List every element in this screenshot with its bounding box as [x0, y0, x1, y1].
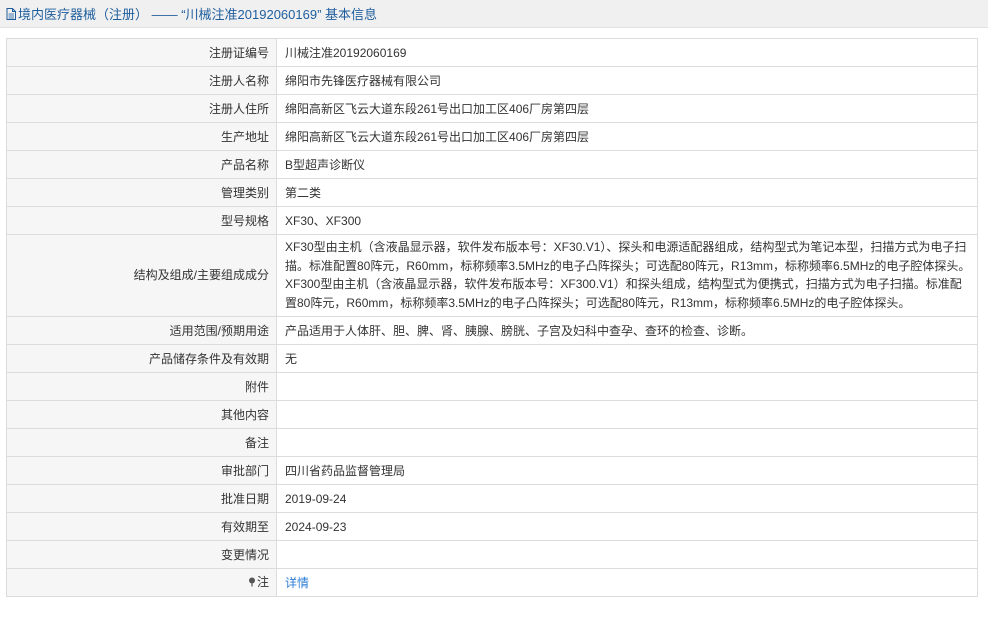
- row-value: 第二类: [276, 178, 978, 207]
- table-row: 注册人住所 绵阳高新区飞云大道东段261号出口加工区406厂房第四层: [6, 94, 978, 123]
- table-row: 变更情况: [6, 540, 978, 569]
- document-icon: [6, 7, 16, 20]
- row-label: 注册人住所: [6, 94, 277, 123]
- table-row: 产品名称 B型超声诊断仪: [6, 150, 978, 179]
- row-label: 备注: [6, 428, 277, 457]
- note-label: 注: [256, 575, 269, 589]
- table-row: 适用范围/预期用途 产品适用于人体肝、胆、脾、肾、胰腺、膀胱、子宫及妇科中查孕、…: [6, 316, 978, 345]
- table-row: 其他内容: [6, 400, 978, 429]
- row-value: XF30、XF300: [276, 206, 978, 235]
- row-label: 其他内容: [6, 400, 277, 429]
- row-label: 生产地址: [6, 122, 277, 151]
- table-row: 注册人名称 绵阳市先锋医疗器械有限公司: [6, 66, 978, 95]
- row-label: 变更情况: [6, 540, 277, 569]
- table-row: 附件: [6, 372, 978, 401]
- row-value: XF30型由主机（含液晶显示器，软件发布版本号：XF30.V1）、探头和电源适配…: [276, 234, 978, 317]
- table-row: 审批部门 四川省药品监督管理局: [6, 456, 978, 485]
- table-row: 批准日期 2019-09-24: [6, 484, 978, 513]
- row-label: 产品名称: [6, 150, 277, 179]
- table-row: 管理类别 第二类: [6, 178, 978, 207]
- note-value-cell: 详情: [276, 568, 978, 597]
- row-value: 四川省药品监督管理局: [276, 456, 978, 485]
- note-row: 注 详情: [6, 568, 978, 597]
- row-label: 管理类别: [6, 178, 277, 207]
- row-value: [276, 428, 978, 457]
- table-row: 生产地址 绵阳高新区飞云大道东段261号出口加工区406厂房第四层: [6, 122, 978, 151]
- table-row: 注册证编号 川械注准20192060169: [6, 38, 978, 67]
- info-table-container: 注册证编号 川械注准20192060169 注册人名称 绵阳市先锋医疗器械有限公…: [6, 38, 978, 597]
- row-value: 产品适用于人体肝、胆、脾、肾、胰腺、膀胱、子宫及妇科中查孕、查环的检查、诊断。: [276, 316, 978, 345]
- row-label: 审批部门: [6, 456, 277, 485]
- row-value: 绵阳高新区飞云大道东段261号出口加工区406厂房第四层: [276, 94, 978, 123]
- page-title: 境内医疗器械（注册） —— “川械注准20192060169” 基本信息: [18, 7, 378, 22]
- row-value: [276, 540, 978, 569]
- row-value: B型超声诊断仪: [276, 150, 978, 179]
- table-row: 结构及组成/主要组成成分 XF30型由主机（含液晶显示器，软件发布版本号：XF3…: [6, 234, 978, 317]
- table-row: 产品储存条件及有效期 无: [6, 344, 978, 373]
- row-label: 附件: [6, 372, 277, 401]
- table-row: 备注: [6, 428, 978, 457]
- row-label: 有效期至: [6, 512, 277, 541]
- row-value: 2024-09-23: [276, 512, 978, 541]
- info-table: 注册证编号 川械注准20192060169 注册人名称 绵阳市先锋医疗器械有限公…: [6, 38, 978, 597]
- row-value: 无: [276, 344, 978, 373]
- row-label: 结构及组成/主要组成成分: [6, 234, 277, 317]
- row-label: 适用范围/预期用途: [6, 316, 277, 345]
- row-label: 产品储存条件及有效期: [6, 344, 277, 373]
- row-label: 批准日期: [6, 484, 277, 513]
- row-value: 2019-09-24: [276, 484, 978, 513]
- row-label: 注册证编号: [6, 38, 277, 67]
- note-label-cell: 注: [6, 568, 277, 597]
- row-value: [276, 372, 978, 401]
- row-value: 绵阳高新区飞云大道东段261号出口加工区406厂房第四层: [276, 122, 978, 151]
- row-value: 绵阳市先锋医疗器械有限公司: [276, 66, 978, 95]
- details-link[interactable]: 详情: [285, 576, 309, 590]
- row-value: 川械注准20192060169: [276, 38, 978, 67]
- row-label: 型号规格: [6, 206, 277, 235]
- page-header: 境内医疗器械（注册） —— “川械注准20192060169” 基本信息: [0, 0, 988, 28]
- table-row: 型号规格 XF30、XF300: [6, 206, 978, 235]
- row-value: [276, 400, 978, 429]
- pin-icon: [248, 574, 256, 592]
- row-label: 注册人名称: [6, 66, 277, 95]
- table-row: 有效期至 2024-09-23: [6, 512, 978, 541]
